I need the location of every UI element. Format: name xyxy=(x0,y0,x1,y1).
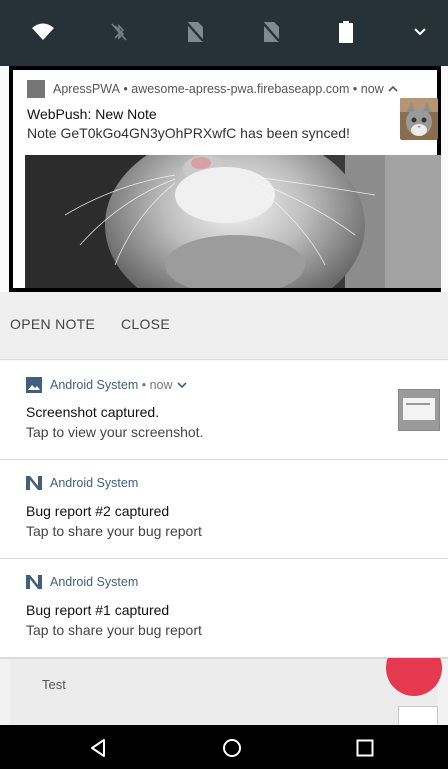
notification-title: Bug report #2 captured xyxy=(26,503,170,519)
notification-text: Tap to share your bug report xyxy=(26,523,202,539)
recents-icon[interactable] xyxy=(353,736,377,760)
notification-app-name: Android System xyxy=(50,476,139,490)
back-icon[interactable] xyxy=(86,736,110,760)
notification-title: Bug report #1 captured xyxy=(26,602,170,618)
close-button[interactable]: CLOSE xyxy=(121,316,170,332)
notification-title: Screenshot captured. xyxy=(26,404,160,420)
expand-icon[interactable] xyxy=(408,20,432,44)
bug-report-1-notification[interactable]: Android System Bug report #1 captured Ta… xyxy=(0,559,448,658)
notification-time: now xyxy=(149,378,173,392)
bluetooth-off-icon[interactable] xyxy=(107,20,131,44)
notification-actions: OPEN NOTE CLOSE xyxy=(0,292,448,360)
android-system-icon xyxy=(26,476,42,490)
background-note-text: Test xyxy=(42,677,66,692)
notification-body: Note GeT0kGo4GN3yOhPRXwfC has been synce… xyxy=(27,125,350,141)
screenshot-thumbnail xyxy=(398,389,440,431)
notification-header: Android System xyxy=(26,476,138,490)
chevron-down-icon[interactable] xyxy=(176,381,187,389)
background-note-card xyxy=(10,659,438,726)
navigation-bar xyxy=(0,725,448,769)
open-note-button[interactable]: OPEN NOTE xyxy=(10,316,95,332)
wifi-icon[interactable] xyxy=(31,20,55,44)
app-icon xyxy=(27,80,45,98)
bug-report-2-notification[interactable]: Android System Bug report #2 captured Ta… xyxy=(0,460,448,559)
notification-header: Android System xyxy=(26,575,138,589)
notification-app-name: Android System xyxy=(50,378,139,392)
quick-settings-bar xyxy=(0,0,448,66)
cat-thumbnail xyxy=(400,98,438,140)
image-icon xyxy=(26,377,42,393)
cat-image xyxy=(25,155,441,288)
webpush-notification[interactable]: ApressPWA • awesome-apress-pwa.firebasea… xyxy=(9,66,441,292)
notification-text: Tap to share your bug report xyxy=(26,622,202,638)
background-app: Test xyxy=(0,658,448,726)
battery-icon[interactable] xyxy=(336,20,356,44)
home-icon[interactable] xyxy=(220,736,244,760)
no-sim-icon[interactable] xyxy=(183,20,207,44)
notification-time: now xyxy=(360,82,384,96)
edit-icon[interactable] xyxy=(398,706,438,726)
notification-header: Android System • now xyxy=(26,377,187,393)
notification-title: WebPush: New Note xyxy=(27,106,157,122)
notification-text: Tap to view your screenshot. xyxy=(26,424,204,440)
screenshot-notification[interactable]: Android System • now Screenshot captured… xyxy=(0,361,448,460)
notification-app-name: Android System xyxy=(50,575,139,589)
chevron-up-icon[interactable] xyxy=(388,85,398,93)
android-system-icon xyxy=(26,575,42,589)
notification-header: ApressPWA • awesome-apress-pwa.firebasea… xyxy=(27,80,398,98)
no-sim-icon[interactable] xyxy=(259,20,283,44)
notification-origin: awesome-apress-pwa.firebaseapp.com xyxy=(131,82,350,96)
app-name: ApressPWA xyxy=(53,82,120,96)
